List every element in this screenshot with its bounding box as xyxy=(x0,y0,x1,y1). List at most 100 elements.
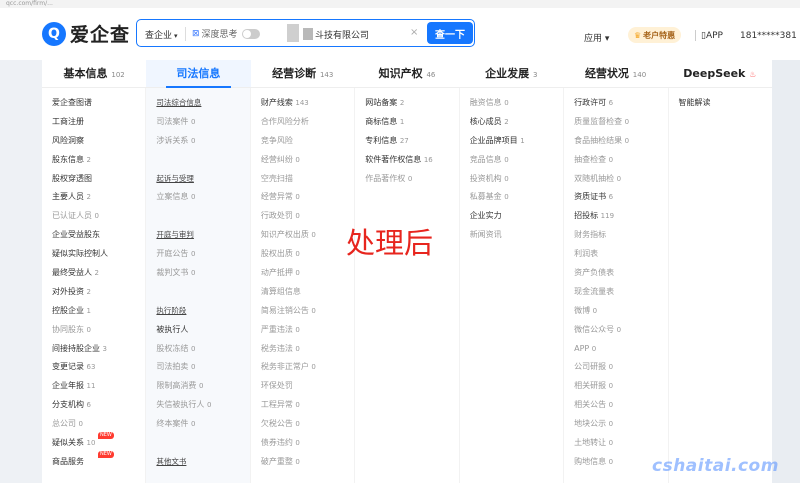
menu-item[interactable]: 对外投资 2 xyxy=(52,283,145,302)
menu-item[interactable]: 核心成员 2 xyxy=(470,113,563,132)
search-scope-dropdown[interactable]: 查企业 ▾ xyxy=(145,28,178,41)
menu-item[interactable]: 最终受益人 2 xyxy=(52,264,145,283)
tab-judicial-info[interactable]: 司法信息 xyxy=(146,60,251,88)
logo[interactable]: Q 爱企查 xyxy=(42,20,130,47)
clear-icon[interactable]: × xyxy=(410,27,418,38)
user-account[interactable]: 181*****381 xyxy=(740,31,797,41)
menu-item[interactable]: 简易注销公告 0 xyxy=(261,302,354,321)
menu-item[interactable]: 招投标 119 xyxy=(574,207,667,226)
menu-item[interactable]: 抽查检查 0 xyxy=(574,151,667,170)
menu-item[interactable]: 环保处罚 xyxy=(261,377,354,396)
menu-item[interactable]: 作品著作权 0 xyxy=(365,170,458,189)
menu-item[interactable]: 财务指标 xyxy=(574,226,667,245)
menu-item[interactable]: 经营异常 0 xyxy=(261,188,354,207)
menu-item[interactable]: 资产负债表 xyxy=(574,264,667,283)
tab-business-diagnosis[interactable]: 经营诊断 143 xyxy=(251,60,355,87)
menu-item[interactable]: 相关公告 0 xyxy=(574,396,667,415)
menu-item[interactable]: 财产线索 143 xyxy=(261,94,354,113)
menu-item[interactable]: 专利信息 27 xyxy=(365,132,458,151)
menu-item[interactable]: 总公司 0 xyxy=(52,415,145,434)
menu-item[interactable]: 合作风险分析 xyxy=(261,113,354,132)
menu-item[interactable]: 债券违约 0 xyxy=(261,434,354,453)
menu-item[interactable]: 公司研报 0 xyxy=(574,358,667,377)
tab-ip[interactable]: 知识产权 46 xyxy=(355,60,459,87)
menu-item[interactable]: 司法拍卖 0 xyxy=(156,358,249,377)
menu-item[interactable]: 工商注册 xyxy=(52,113,145,132)
tab-development[interactable]: 企业发展 3 xyxy=(459,60,563,87)
menu-item[interactable]: 被执行人 xyxy=(156,321,249,340)
tab-deepseek[interactable]: DeepSeek ♨ xyxy=(668,60,772,87)
menu-item[interactable]: 双随机抽检 0 xyxy=(574,170,667,189)
menu-item[interactable]: 股权出质 0 xyxy=(261,245,354,264)
menu-item[interactable]: 变更记录 63 xyxy=(52,358,145,377)
menu-item[interactable]: 欠税公告 0 xyxy=(261,415,354,434)
app-menu[interactable]: 应用 ▾ xyxy=(584,31,609,44)
menu-item[interactable]: 失信被执行人 0 xyxy=(156,396,249,415)
app-download-link[interactable]: ▯APP xyxy=(701,31,723,41)
menu-item[interactable]: 协同股东 0 xyxy=(52,321,145,340)
menu-item[interactable]: 股东信息 2 xyxy=(52,151,145,170)
menu-item[interactable]: 相关研报 0 xyxy=(574,377,667,396)
menu-item[interactable]: 涉诉关系 0 xyxy=(156,132,249,151)
menu-item[interactable]: 疑似关系 10 NEW xyxy=(52,432,145,453)
menu-item[interactable]: 税务违法 0 xyxy=(261,340,354,359)
menu-item[interactable]: 终本案件 0 xyxy=(156,415,249,434)
menu-item[interactable]: 网站备案 2 xyxy=(365,94,458,113)
deep-think-toggle[interactable]: ⊠ 深度思考 xyxy=(192,27,260,40)
menu-item[interactable]: 限制高消费 0 xyxy=(156,377,249,396)
menu-item[interactable]: 资质证书 6 xyxy=(574,188,667,207)
search-button[interactable]: 查一下 xyxy=(427,22,473,44)
menu-item[interactable]: 破产重整 0 xyxy=(261,453,354,472)
menu-item[interactable]: 动产抵押 0 xyxy=(261,264,354,283)
menu-item[interactable]: 商品服务 NEW xyxy=(52,450,145,472)
menu-item[interactable]: 股权穿透图 xyxy=(52,170,145,189)
menu-item[interactable]: 裁判文书 0 xyxy=(156,264,249,283)
menu-item[interactable]: 食品抽检结果 0 xyxy=(574,132,667,151)
menu-item[interactable]: 间接持股企业 3 xyxy=(52,340,145,359)
menu-item[interactable]: 税务非正常户 0 xyxy=(261,358,354,377)
menu-item[interactable]: 经营纠纷 0 xyxy=(261,151,354,170)
menu-item[interactable]: 微信公众号 0 xyxy=(574,321,667,340)
menu-item[interactable]: 商标信息 1 xyxy=(365,113,458,132)
menu-item[interactable]: 土地转让 0 xyxy=(574,434,667,453)
menu-item[interactable]: 企业受益股东 xyxy=(52,226,145,245)
tab-operations[interactable]: 经营状况 140 xyxy=(563,60,667,87)
menu-item[interactable]: 知识产权出质 0 xyxy=(261,226,354,245)
menu-item[interactable]: 疑似实际控制人 xyxy=(52,245,145,264)
menu-item[interactable]: 新闻资讯 xyxy=(470,226,563,245)
vip-badge[interactable]: ♛ 老户特惠 xyxy=(628,27,682,43)
menu-item[interactable]: 利润表 xyxy=(574,245,667,264)
menu-item[interactable]: 风险洞察 xyxy=(52,132,145,151)
menu-item[interactable]: 清算组信息 xyxy=(261,283,354,302)
browser-url-bar[interactable]: qcc.com/firm/... xyxy=(0,0,800,8)
menu-item[interactable]: 行政许可 6 xyxy=(574,94,667,113)
toggle-switch[interactable] xyxy=(241,28,260,39)
menu-item[interactable]: 现金流量表 xyxy=(574,283,667,302)
menu-item[interactable]: 控股企业 1 xyxy=(52,302,145,321)
menu-item[interactable]: 地块公示 0 xyxy=(574,415,667,434)
menu-item[interactable]: 投资机构 0 xyxy=(470,170,563,189)
menu-item[interactable]: 竞品信息 0 xyxy=(470,151,563,170)
menu-item[interactable]: 空壳扫描 xyxy=(261,170,354,189)
menu-item[interactable]: 已认证人员 0 xyxy=(52,207,145,226)
menu-item[interactable]: APP 0 xyxy=(574,340,667,359)
menu-item[interactable]: 爱企查图谱 xyxy=(52,94,145,113)
menu-item[interactable]: 主要人员 2 xyxy=(52,188,145,207)
menu-item[interactable]: 司法案件 0 xyxy=(156,113,249,132)
search-input[interactable]: 斗技有限公司 xyxy=(315,28,369,41)
menu-item[interactable]: 企业年报 11 xyxy=(52,377,145,396)
menu-item[interactable]: 企业实力 xyxy=(470,207,563,226)
menu-item[interactable]: 微博 0 xyxy=(574,302,667,321)
menu-item[interactable]: 企业品牌项目 1 xyxy=(470,132,563,151)
tab-basic-info[interactable]: 基本信息 102 xyxy=(42,60,146,87)
menu-item[interactable]: 质量监督检查 0 xyxy=(574,113,667,132)
menu-item[interactable]: 竞争风险 xyxy=(261,132,354,151)
menu-item[interactable]: 工程异常 0 xyxy=(261,396,354,415)
menu-item[interactable]: 私募基金 0 xyxy=(470,188,563,207)
menu-item[interactable]: 股权冻结 0 xyxy=(156,340,249,359)
menu-item[interactable]: 开庭公告 0 xyxy=(156,245,249,264)
menu-item[interactable]: 软件著作权信息 16 xyxy=(365,151,458,170)
menu-item[interactable]: 智能解读 xyxy=(679,94,772,113)
menu-item[interactable]: 行政处罚 0 xyxy=(261,207,354,226)
menu-item[interactable]: 分支机构 6 xyxy=(52,396,145,415)
